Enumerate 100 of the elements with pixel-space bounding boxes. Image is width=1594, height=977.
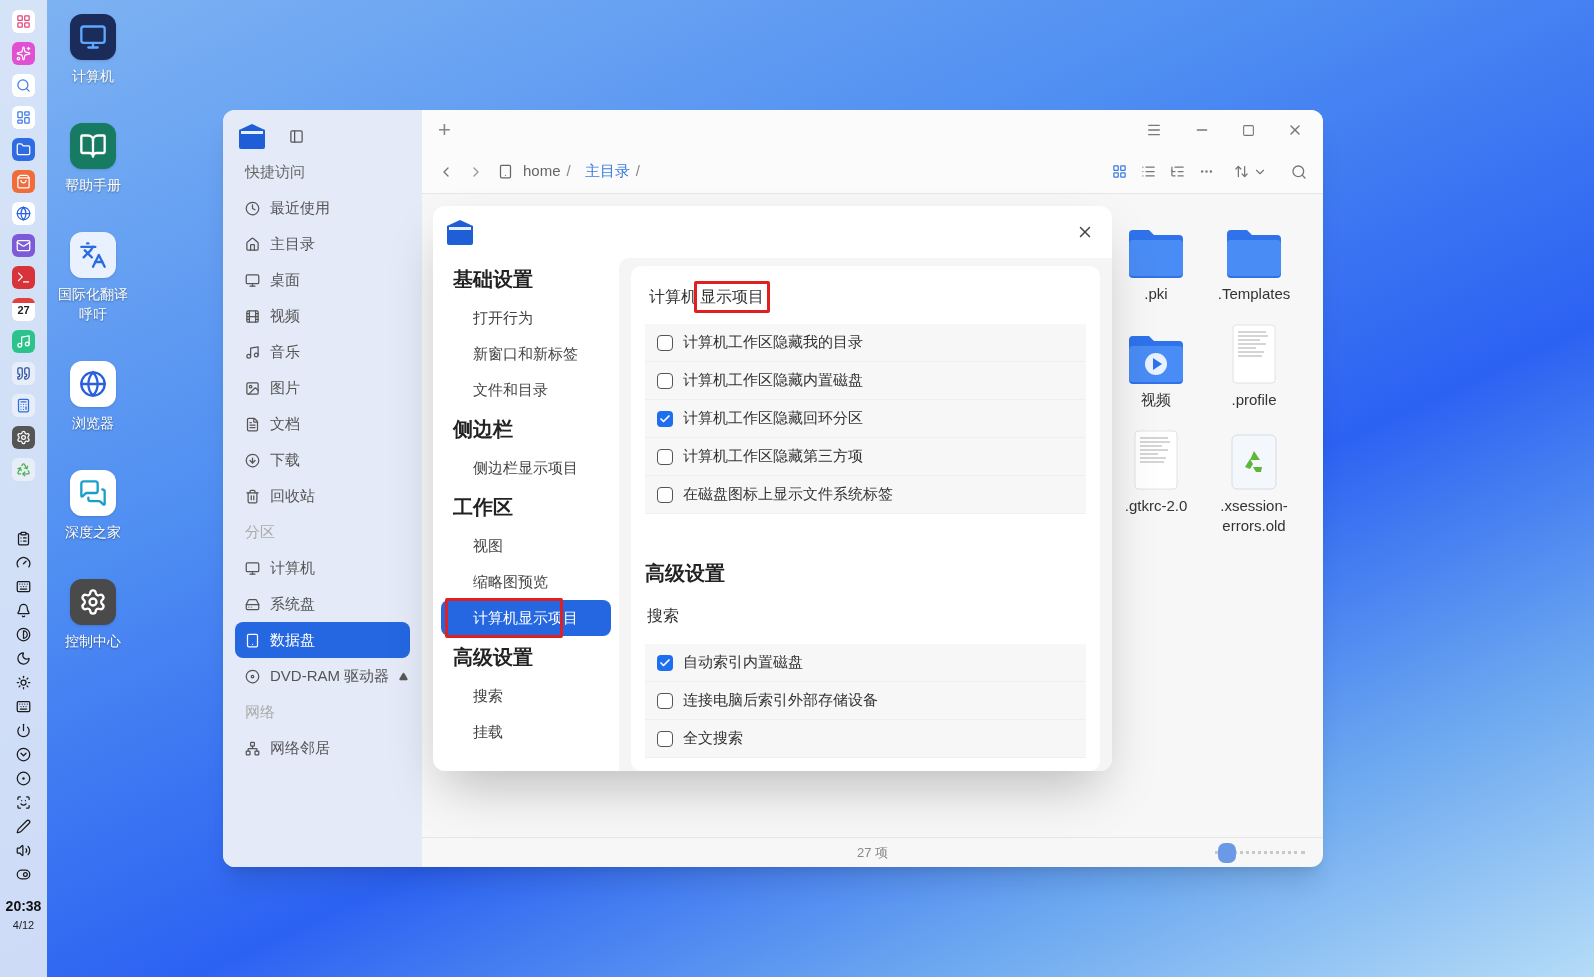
power-icon[interactable] — [16, 723, 31, 738]
keyboard-icon[interactable] — [16, 699, 31, 714]
option-row[interactable]: 计算机工作区隐藏回环分区 — [645, 400, 1086, 438]
brightness-icon[interactable] — [16, 675, 31, 690]
shopping-bag-icon[interactable] — [12, 170, 35, 193]
zoom-slider[interactable] — [1215, 842, 1305, 863]
option-row[interactable]: 计算机工作区隐藏我的目录 — [645, 324, 1086, 362]
checkbox[interactable] — [657, 692, 673, 709]
option-row[interactable]: 计算机工作区隐藏内置磁盘 — [645, 362, 1086, 400]
checkbox[interactable] — [657, 486, 673, 503]
monitor-icon[interactable] — [70, 14, 116, 60]
terminal-icon[interactable] — [12, 266, 35, 289]
sidebar-item[interactable]: 下载 — [235, 442, 410, 478]
option-row[interactable]: 自动索引内置磁盘 — [645, 644, 1086, 682]
option-row[interactable]: 在磁盘图标上显示文件系统标签 — [645, 476, 1086, 514]
nav-item[interactable]: 打开行为 — [441, 300, 611, 336]
face-scan-icon[interactable] — [16, 795, 31, 810]
folder-icon[interactable] — [12, 138, 35, 161]
keyboard-icon[interactable] — [16, 579, 31, 594]
sort-icon[interactable] — [1234, 164, 1267, 179]
nav-item[interactable]: 缩略图预览 — [441, 564, 611, 600]
sidebar-toggle-icon[interactable] — [289, 128, 304, 144]
pen-icon[interactable] — [16, 819, 31, 834]
settings-icon[interactable] — [12, 426, 35, 449]
nav-heading[interactable]: 高级设置 — [441, 636, 611, 678]
mail-icon[interactable] — [12, 234, 35, 257]
nav-item[interactable]: 搜索 — [441, 678, 611, 714]
home-icon — [245, 236, 260, 252]
option-row[interactable]: 全文搜索 — [645, 720, 1086, 758]
dashboard-icon[interactable] — [12, 106, 35, 129]
toggle-icon[interactable] — [16, 867, 31, 882]
sidebar-item[interactable]: 桌面 — [235, 262, 410, 298]
checkbox[interactable] — [657, 334, 673, 351]
device-icon — [498, 164, 513, 179]
desktop-icon — [245, 272, 260, 288]
option-row[interactable]: 连接电脑后索引外部存储设备 — [645, 682, 1086, 720]
sidebar-item[interactable]: 主目录 — [235, 226, 410, 262]
record-icon[interactable] — [16, 771, 31, 786]
search-icon[interactable] — [12, 74, 35, 97]
book-icon[interactable] — [70, 123, 116, 169]
sidebar-item[interactable]: 系统盘 — [235, 586, 410, 622]
file-name[interactable]: .gtkrc-2.0 — [1116, 496, 1196, 516]
search-icon[interactable] — [1291, 163, 1307, 180]
calendar-icon[interactable]: 27 — [12, 298, 35, 321]
sidebar-item[interactable]: 音乐 — [235, 334, 410, 370]
chat-icon[interactable] — [70, 470, 116, 516]
volume-icon[interactable] — [16, 843, 31, 858]
sidebar-item[interactable]: 回收站 — [235, 478, 410, 514]
option-row[interactable]: 计算机工作区隐藏第三方项 — [645, 438, 1086, 476]
sidebar-item[interactable]: 计算机 — [235, 550, 410, 586]
nav-item[interactable]: 新窗口和新标签 — [441, 336, 611, 372]
sidebar-item[interactable]: 文档 — [235, 406, 410, 442]
eject-icon[interactable] — [399, 671, 409, 681]
nav-heading[interactable]: 基础设置 — [441, 258, 611, 300]
gauge-icon[interactable] — [16, 555, 31, 570]
list-view-icon[interactable] — [1141, 164, 1156, 179]
desktop-icon-label[interactable]: 控制中心 — [65, 631, 121, 651]
calculator-icon[interactable] — [12, 394, 35, 417]
quote-icon[interactable] — [12, 362, 35, 385]
file-name[interactable]: .Templates — [1214, 284, 1294, 304]
nav-heading[interactable]: 侧边栏 — [441, 408, 611, 450]
sidebar-item[interactable]: 视频 — [235, 298, 410, 334]
menu-icon[interactable] — [1146, 122, 1162, 138]
globe-icon[interactable] — [12, 202, 35, 225]
file-name[interactable]: .xsession-errors.old — [1214, 496, 1294, 536]
breadcrumb-item[interactable]: home — [523, 160, 561, 183]
grid-view-icon[interactable] — [1112, 164, 1127, 179]
nav-item[interactable]: 视图 — [441, 528, 611, 564]
sparkle-icon[interactable] — [12, 42, 35, 65]
nav-heading[interactable]: 工作区 — [441, 486, 611, 528]
maximize-icon[interactable] — [1242, 123, 1255, 137]
file-name[interactable]: .profile — [1214, 390, 1294, 410]
sidebar-item[interactable]: 网络邻居 — [235, 730, 410, 766]
clipboard-icon[interactable] — [16, 531, 31, 546]
file-name[interactable]: .pki — [1116, 284, 1196, 304]
breadcrumb-item[interactable]: 主目录 — [584, 160, 630, 183]
sidebar-item[interactable]: 图片 — [235, 370, 410, 406]
tree-view-icon[interactable] — [1170, 164, 1185, 179]
moon-icon[interactable] — [16, 651, 31, 666]
bell-icon[interactable] — [16, 603, 31, 618]
file-name[interactable]: 视频 — [1116, 390, 1196, 410]
contrast-icon[interactable] — [16, 627, 31, 642]
clock-date: 4/12 — [12, 918, 35, 933]
sidebar-item[interactable]: DVD-RAM 驱动器 — [235, 658, 410, 694]
checkbox[interactable] — [657, 410, 673, 427]
sidebar-item[interactable]: 最近使用 — [235, 190, 410, 226]
zoom-slider-thumb[interactable] — [1217, 842, 1236, 863]
grid-icon[interactable] — [12, 10, 35, 33]
nav-item[interactable]: 文件和目录 — [441, 372, 611, 408]
nav-item[interactable]: 侧边栏显示项目 — [441, 450, 611, 486]
nav-item[interactable]: 挂载 — [441, 714, 611, 750]
chevron-circle-icon[interactable] — [16, 747, 31, 762]
checkbox[interactable] — [657, 654, 673, 671]
globe-icon[interactable] — [70, 361, 116, 407]
settings-icon[interactable] — [70, 579, 116, 625]
checkbox[interactable] — [657, 730, 673, 747]
translate-icon[interactable] — [70, 232, 116, 278]
checkbox[interactable] — [657, 372, 673, 389]
sidebar-item[interactable]: 数据盘 — [235, 622, 410, 658]
checkbox[interactable] — [657, 448, 673, 465]
